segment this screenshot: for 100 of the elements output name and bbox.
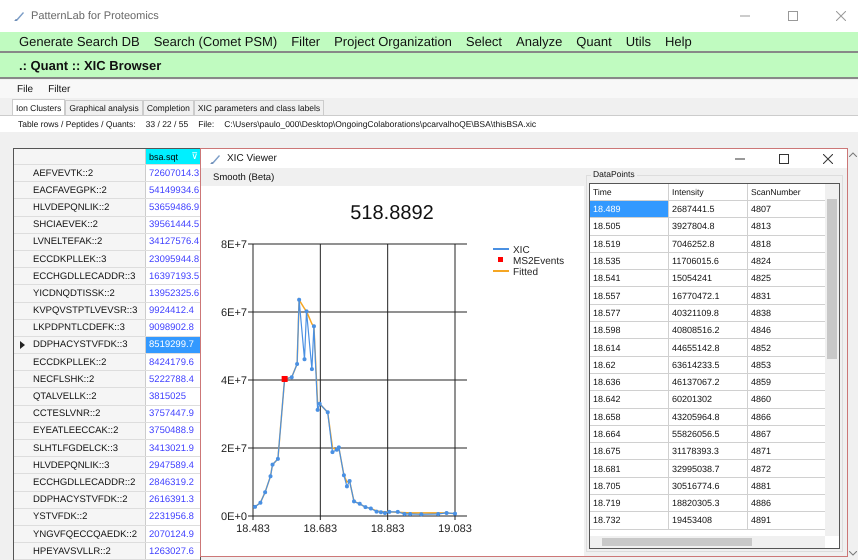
menu-item[interactable]: Filter bbox=[48, 84, 70, 94]
data-point bbox=[276, 456, 280, 461]
column-header[interactable]: bsa.sqt ⊽ bbox=[145, 149, 200, 164]
menu-item[interactable]: Select bbox=[466, 34, 502, 49]
tab[interactable]: Completion bbox=[142, 100, 194, 115]
table-cell: 60201302 bbox=[669, 391, 748, 408]
table-cell: 15054241 bbox=[669, 270, 748, 286]
data-point bbox=[263, 490, 268, 494]
peptide-cell-text: EACFAVEGPK::2 bbox=[32, 184, 108, 198]
table-cell: 3927804.8 bbox=[669, 218, 748, 235]
menu-item[interactable]: Quant bbox=[576, 34, 612, 49]
data-point bbox=[444, 510, 449, 515]
value-cell: 5222788.4 bbox=[145, 371, 200, 388]
value-cell: 54149934.6 bbox=[145, 182, 200, 198]
tab[interactable]: Ion Clusters bbox=[12, 99, 66, 115]
window-title: XIC Viewer bbox=[227, 153, 277, 164]
scrollbar[interactable] bbox=[590, 536, 825, 548]
peptide-cell-text: ECCHGDLLECADDR::2 bbox=[32, 476, 136, 490]
value-cell: 3815025 bbox=[145, 388, 200, 405]
data-point bbox=[302, 357, 306, 362]
value-cell: 2231956.8 bbox=[145, 508, 200, 525]
menu-item[interactable]: Smooth (Beta) bbox=[213, 172, 274, 182]
table-cell: 31178393.3 bbox=[669, 443, 748, 460]
table-cell: 32995038.7 bbox=[669, 460, 748, 477]
table-cell: 46137067.2 bbox=[669, 374, 748, 390]
table-cell: 63614233.5 bbox=[669, 356, 748, 373]
app-logo-icon bbox=[13, 10, 25, 22]
menu-item[interactable]: Generate Search DB bbox=[19, 34, 140, 49]
data-point bbox=[295, 362, 300, 366]
peptide-cell-text: KVPQVSTPTLVEVSR::3 bbox=[32, 304, 138, 318]
data-point bbox=[290, 375, 294, 380]
counts-value: 33 / 22 / 55 bbox=[146, 119, 188, 129]
data-point bbox=[402, 512, 406, 516]
tab[interactable]: XIC parameters and class labels bbox=[194, 100, 324, 115]
value-cell: 3757447.9 bbox=[145, 406, 200, 422]
counts-label: Table rows / Peptides / Quants: bbox=[18, 119, 136, 129]
peptide-cell-text: HLVDEPQNLIK::2 bbox=[32, 200, 110, 215]
data-point bbox=[352, 499, 356, 504]
peptide-cell-text: ECCDKPLLEK::2 bbox=[32, 356, 108, 370]
peptide-cell-text: EYEATLEECCAK::2 bbox=[32, 424, 120, 438]
value-cell: 2947589.4 bbox=[145, 457, 200, 474]
value-cell: 13952325.6 bbox=[145, 285, 200, 302]
scroll-down-icon[interactable] bbox=[849, 551, 857, 556]
module-title: .: Quant :: XIC Browser bbox=[19, 58, 162, 72]
column-header[interactable]: Intensity bbox=[669, 184, 748, 200]
data-point bbox=[316, 408, 320, 412]
table-cell: 18.541 bbox=[590, 270, 669, 286]
peptide-cell-text: HLVDEPQNLIK::3 bbox=[32, 458, 110, 473]
table-cell: 18.658 bbox=[590, 408, 669, 425]
table-cell: 18.719 bbox=[590, 495, 669, 512]
legend-line-icon bbox=[493, 248, 509, 250]
data-point bbox=[297, 298, 302, 302]
menu-item[interactable]: File bbox=[17, 84, 34, 94]
event-marker bbox=[282, 376, 288, 382]
value-cell: 8519299.7 bbox=[145, 336, 200, 354]
group-title: DataPoints bbox=[591, 169, 637, 179]
scrollbar[interactable] bbox=[825, 184, 839, 536]
table-cell: 19453408 bbox=[669, 512, 748, 529]
data-point bbox=[453, 512, 457, 516]
peptide-cell-text: AEFVEVTK::2 bbox=[32, 166, 94, 181]
menu-item[interactable]: Utils bbox=[626, 34, 651, 49]
table-cell: 18.489 bbox=[590, 201, 669, 218]
data-point bbox=[312, 324, 316, 328]
scroll-up-icon[interactable] bbox=[849, 152, 857, 157]
value-cell: 2616391.3 bbox=[145, 492, 200, 508]
legend-line-icon bbox=[493, 270, 509, 272]
table-cell: 44655142.8 bbox=[669, 339, 748, 356]
menu-item[interactable]: Search (Comet PSM) bbox=[154, 34, 278, 49]
tab[interactable]: Graphical analysis bbox=[65, 100, 143, 115]
table-cell: 55826056.5 bbox=[669, 426, 748, 442]
value-cell: 8424179.6 bbox=[145, 354, 200, 370]
peptide-cell-text: CCTESLVNR::2 bbox=[32, 407, 102, 422]
menu-item[interactable]: Analyze bbox=[516, 34, 562, 49]
peptide-cell-text: DDPHACYSTVFDK::2 bbox=[32, 493, 128, 508]
legend-marker-icon bbox=[498, 257, 503, 262]
peptide-cell-text: LKPDPNTLCDEFK::3 bbox=[32, 321, 126, 336]
table-cell: 18.705 bbox=[590, 478, 669, 494]
value-cell: 16397193.5 bbox=[145, 268, 200, 284]
table-cell: 18.598 bbox=[590, 322, 669, 338]
maximize-icon[interactable] bbox=[779, 154, 789, 164]
column-header[interactable]: Time bbox=[590, 184, 669, 200]
data-point bbox=[342, 473, 346, 478]
data-point bbox=[270, 462, 275, 467]
close-icon[interactable] bbox=[823, 154, 833, 164]
value-cell: 9098902.8 bbox=[145, 320, 200, 336]
y-tick-label: 8E+7 bbox=[221, 239, 247, 251]
table-cell: 18.519 bbox=[590, 236, 669, 252]
menu-item[interactable]: Project Organization bbox=[334, 34, 452, 49]
data-point bbox=[408, 512, 412, 516]
peptide-cell-text: HPEYAVSVLLR::2 bbox=[32, 544, 112, 559]
menu-item[interactable]: Filter bbox=[291, 34, 320, 49]
value-cell: 2846319.2 bbox=[145, 474, 200, 491]
table-cell: 7046252.8 bbox=[669, 236, 748, 252]
table-cell: 18.664 bbox=[590, 426, 669, 442]
data-point bbox=[310, 367, 314, 372]
peptide-cell-text: SLHTLFGDELCK::3 bbox=[32, 442, 119, 456]
data-point bbox=[326, 410, 330, 414]
data-point bbox=[419, 512, 424, 516]
peptide-cell-text: NECFLSHK::2 bbox=[32, 372, 96, 387]
menu-item[interactable]: Help bbox=[665, 34, 692, 49]
